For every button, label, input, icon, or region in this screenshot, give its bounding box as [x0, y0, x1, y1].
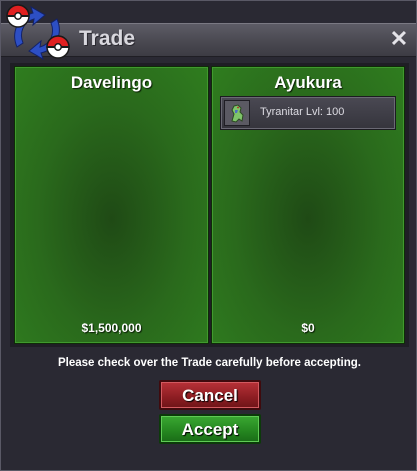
- window-title: Trade: [79, 27, 136, 50]
- tyranitar-sprite-icon: [224, 100, 250, 126]
- cancel-button[interactable]: Cancel: [159, 380, 261, 410]
- right-money-amount: $0: [301, 321, 315, 335]
- trade-item-label: Tyranitar Lvl: 100: [260, 106, 345, 118]
- close-icon[interactable]: ✕: [388, 26, 410, 52]
- accept-button[interactable]: Accept: [159, 414, 261, 444]
- left-money-amount: $1,500,000: [81, 321, 142, 335]
- left-player-name: Davelingo: [70, 73, 153, 92]
- right-player-name: Ayukura: [274, 73, 342, 92]
- trade-window: Trade ✕ Davelingo $1,500,000 Ayukura Tyr…: [0, 0, 417, 471]
- trade-item[interactable]: Tyranitar Lvl: 100: [220, 96, 396, 130]
- left-trade-panel: Davelingo $1,500,000: [14, 66, 209, 344]
- trade-notice: Please check over the Trade carefully be…: [58, 357, 361, 369]
- trade-logo-icon: [6, 4, 70, 61]
- right-trade-panel: Ayukura Tyranitar Lvl: 100 $0: [211, 66, 405, 344]
